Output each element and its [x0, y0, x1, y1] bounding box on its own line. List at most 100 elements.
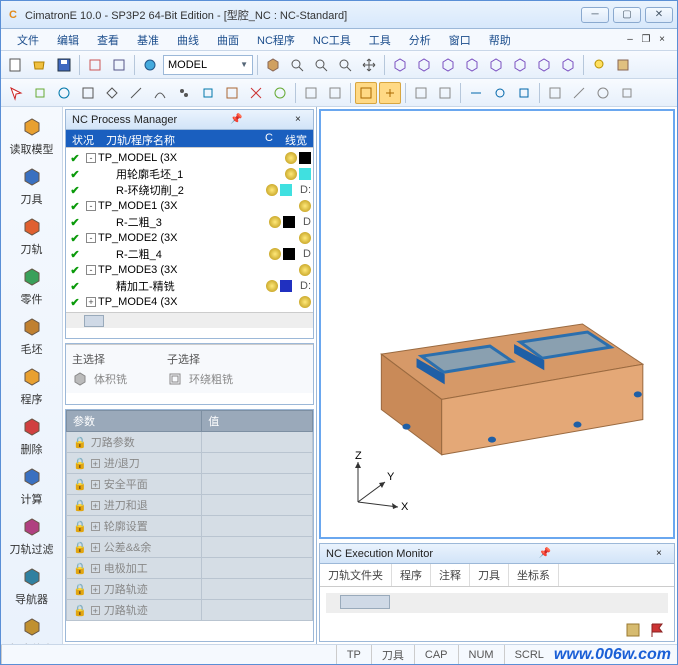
- close-button[interactable]: ✕: [645, 7, 673, 23]
- expand-icon[interactable]: +: [91, 459, 100, 468]
- toolbar-icon[interactable]: [53, 82, 75, 104]
- expand-icon[interactable]: +: [91, 501, 100, 510]
- exec-col[interactable]: 刀具: [470, 564, 509, 586]
- exec-col[interactable]: 坐标系: [509, 564, 559, 586]
- side-item[interactable]: 零件: [1, 261, 62, 311]
- col-lw[interactable]: 线宽: [279, 130, 313, 147]
- new-button[interactable]: [5, 54, 27, 76]
- panel-close-icon[interactable]: ×: [656, 548, 668, 560]
- menu-help[interactable]: 帮助: [481, 30, 519, 50]
- pan-icon[interactable]: [358, 54, 380, 76]
- param-value[interactable]: [202, 558, 313, 579]
- tree[interactable]: ✔-TP_MODEL (3X✔用轮廓毛坯_1✔R-环绕切削_2D:✔-TP_MO…: [66, 148, 313, 312]
- param-value[interactable]: [202, 537, 313, 558]
- param-row[interactable]: 🔒+安全平面: [67, 474, 202, 495]
- menu-surface[interactable]: 曲面: [209, 30, 247, 50]
- toolbar-icon[interactable]: [197, 82, 219, 104]
- tree-scrollbar[interactable]: [66, 312, 313, 328]
- side-item[interactable]: 毛坯: [1, 311, 62, 361]
- tree-row[interactable]: ✔精加工-精铣D:: [68, 278, 311, 294]
- exec-col[interactable]: 注释: [431, 564, 470, 586]
- bulb-icon[interactable]: [269, 248, 281, 260]
- toolbar-icon[interactable]: [29, 82, 51, 104]
- cube-icon[interactable]: [485, 54, 507, 76]
- toolbar-icon[interactable]: [568, 82, 590, 104]
- menu-ncprogram[interactable]: NC程序: [249, 30, 303, 50]
- col-name[interactable]: 刀轨/程序名称: [100, 130, 259, 147]
- bulb-icon[interactable]: [299, 264, 311, 276]
- menu-analyze[interactable]: 分析: [401, 30, 439, 50]
- params-header-p[interactable]: 参数: [67, 411, 202, 432]
- 3d-viewport[interactable]: Z Y X: [319, 109, 675, 539]
- expand-icon[interactable]: -: [86, 265, 96, 275]
- toolbar-icon[interactable]: [592, 82, 614, 104]
- zoom-icon[interactable]: [310, 54, 332, 76]
- mdi-close-button[interactable]: ×: [655, 33, 669, 47]
- color-swatch[interactable]: [280, 184, 292, 196]
- param-row[interactable]: 🔒+轮廓设置: [67, 516, 202, 537]
- toolbar-icon[interactable]: [434, 82, 456, 104]
- toolbar-icon[interactable]: [139, 54, 161, 76]
- toolbar-icon[interactable]: [465, 82, 487, 104]
- cube-icon[interactable]: [461, 54, 483, 76]
- side-item[interactable]: 刀具: [1, 161, 62, 211]
- col-c[interactable]: C: [259, 130, 279, 147]
- expand-icon[interactable]: +: [91, 585, 100, 594]
- mdi-restore-button[interactable]: ❐: [639, 33, 653, 47]
- cube-icon[interactable]: [557, 54, 579, 76]
- color-swatch[interactable]: [283, 248, 295, 260]
- param-value[interactable]: [202, 453, 313, 474]
- expand-icon[interactable]: -: [86, 153, 96, 163]
- color-swatch[interactable]: [299, 168, 311, 180]
- cube-icon[interactable]: [413, 54, 435, 76]
- toolbar-icon-active[interactable]: [379, 82, 401, 104]
- toolbar-icon[interactable]: [300, 82, 322, 104]
- toolbar-icon[interactable]: [108, 54, 130, 76]
- tree-row[interactable]: ✔+TP_MODE4 (3X: [68, 294, 311, 310]
- save-button[interactable]: [53, 54, 75, 76]
- menu-file[interactable]: 文件: [9, 30, 47, 50]
- exec-col[interactable]: 刀轨文件夹: [320, 564, 392, 586]
- exec-tool-icon[interactable]: [624, 621, 642, 639]
- param-value[interactable]: [202, 474, 313, 495]
- mdi-minimize-button[interactable]: –: [623, 33, 637, 47]
- menu-nctool[interactable]: NC工具: [305, 30, 359, 50]
- bulb-icon[interactable]: [269, 216, 281, 228]
- arrow-icon[interactable]: [5, 82, 27, 104]
- toolbar-icon[interactable]: [324, 82, 346, 104]
- expand-icon[interactable]: +: [91, 480, 100, 489]
- tree-row[interactable]: ✔R-二粗_4D: [68, 246, 311, 262]
- bulb-icon[interactable]: [299, 200, 311, 212]
- main-sel-value[interactable]: 体积铣: [72, 371, 127, 387]
- toolbar-icon[interactable]: [77, 82, 99, 104]
- expand-icon[interactable]: -: [86, 233, 96, 243]
- expand-icon[interactable]: +: [91, 522, 100, 531]
- param-value[interactable]: [202, 495, 313, 516]
- open-button[interactable]: [29, 54, 51, 76]
- menu-window[interactable]: 窗口: [441, 30, 479, 50]
- cube-icon[interactable]: [509, 54, 531, 76]
- minimize-button[interactable]: ─: [581, 7, 609, 23]
- side-item[interactable]: 刀轨: [1, 211, 62, 261]
- toolbar-icon[interactable]: [410, 82, 432, 104]
- param-value[interactable]: [202, 516, 313, 537]
- side-item[interactable]: 删除: [1, 411, 62, 461]
- tree-row[interactable]: ✔-TP_MODEL (3X: [68, 150, 311, 166]
- param-row[interactable]: 🔒+公差&&余: [67, 537, 202, 558]
- maximize-button[interactable]: ▢: [613, 7, 641, 23]
- expand-icon[interactable]: +: [91, 543, 100, 552]
- panel-close-icon[interactable]: ×: [295, 114, 307, 126]
- toolbar-icon[interactable]: [149, 82, 171, 104]
- bulb-icon[interactable]: [299, 296, 311, 308]
- param-row[interactable]: 🔒+刀路轨迹: [67, 600, 202, 621]
- param-row[interactable]: 🔒+电极加工: [67, 558, 202, 579]
- toolbar-icon[interactable]: [269, 82, 291, 104]
- toolbar-icon[interactable]: [612, 54, 634, 76]
- tree-row[interactable]: ✔-TP_MODE1 (3X: [68, 198, 311, 214]
- param-value[interactable]: [202, 579, 313, 600]
- side-item[interactable]: 刀轨过滤: [1, 511, 62, 561]
- toolbar-icon[interactable]: [173, 82, 195, 104]
- param-value[interactable]: [202, 600, 313, 621]
- menu-curve[interactable]: 曲线: [169, 30, 207, 50]
- tree-row[interactable]: ✔R-二粗_3D: [68, 214, 311, 230]
